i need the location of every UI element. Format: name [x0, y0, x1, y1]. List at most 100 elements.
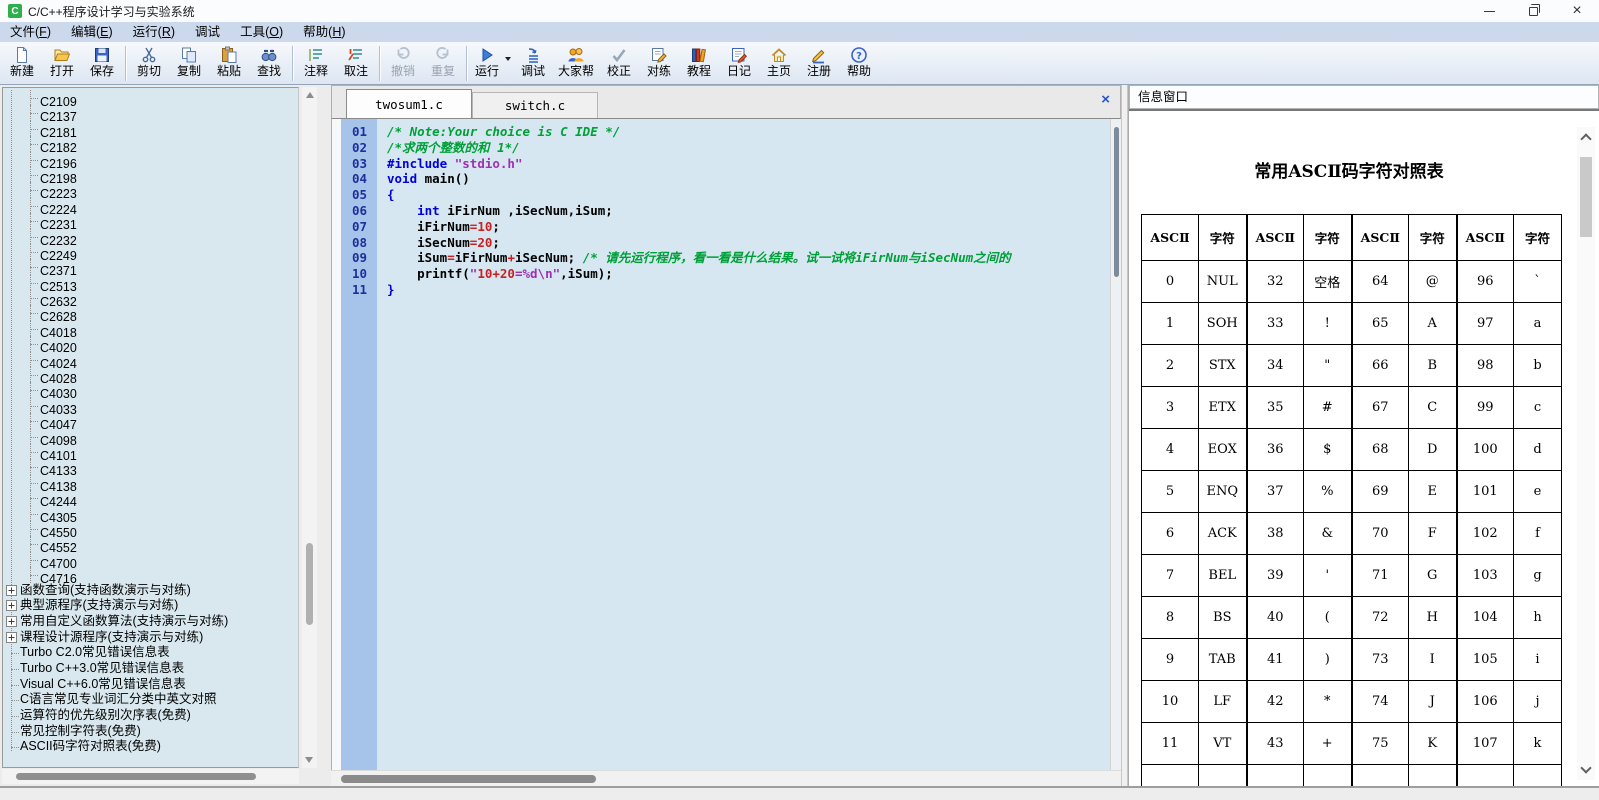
scroll-up-icon[interactable]	[1580, 133, 1591, 144]
scrollbar-thumb[interactable]	[306, 543, 313, 625]
menu-item-help[interactable]: 帮助(H)	[293, 22, 355, 42]
sidebar-item-c2513[interactable]: C2513	[3, 275, 298, 290]
menu-item-file[interactable]: 文件(F)	[0, 22, 61, 42]
code-text[interactable]: }	[377, 282, 395, 298]
menu-item-run[interactable]: 运行(R)	[123, 22, 185, 42]
toolbar-button-open[interactable]: 打开	[42, 43, 82, 84]
sidebar-vertical-scrollbar[interactable]	[302, 87, 317, 768]
sidebar-item-c2232[interactable]: C2232	[3, 229, 298, 244]
sidebar-branch-3[interactable]: 常用自定义函数算法(支持演示与对练)	[3, 614, 298, 630]
sidebar-item-c2371[interactable]: C2371	[3, 259, 298, 274]
toolbar-button-cut[interactable]: 剪切	[129, 43, 169, 84]
toolbar-button-help[interactable]: ?帮助	[839, 43, 879, 84]
sidebar-item-c4550[interactable]: C4550	[3, 521, 298, 536]
expand-plus-icon[interactable]	[6, 585, 17, 596]
code-text[interactable]: iSum=iFirNum+iSecNum; /* 请先运行程序，看一看是什么结果…	[377, 250, 1011, 266]
scrollbar-thumb[interactable]	[341, 775, 596, 783]
sidebar-item-c4033[interactable]: C4033	[3, 398, 298, 413]
expand-plus-icon[interactable]	[6, 616, 17, 627]
minimize-button[interactable]	[1467, 0, 1511, 22]
sidebar-item-c4020[interactable]: C4020	[3, 336, 298, 351]
toolbar-button-copy[interactable]: 复制	[169, 43, 209, 84]
toolbar-button-correct[interactable]: 校正	[599, 43, 639, 84]
toolbar-button-save[interactable]: 保存	[82, 43, 122, 84]
dropdown-arrow-icon[interactable]	[505, 57, 511, 61]
code-text[interactable]: printf("10+20=%d\n",iSum);	[377, 266, 613, 282]
toolbar-button-tutorial[interactable]: 教程	[679, 43, 719, 84]
sidebar-item-c2231[interactable]: C2231	[3, 213, 298, 228]
sidebar-item-c4552[interactable]: C4552	[3, 536, 298, 551]
sidebar-item-c2224[interactable]: C2224	[3, 198, 298, 213]
toolbar-button-find[interactable]: 查找	[249, 43, 289, 84]
toolbar-button-practice[interactable]: 对练	[639, 43, 679, 84]
toolbar-button-diary[interactable]: 日记	[719, 43, 759, 84]
sidebar-branch-1[interactable]: 函数查询(支持函数演示与对练)	[3, 583, 298, 599]
sidebar-item-c4024[interactable]: C4024	[3, 352, 298, 367]
tab-switch-c[interactable]: switch.c	[472, 92, 598, 118]
sidebar-branch-11[interactable]: ASCII码字符对照表(免费)	[3, 739, 298, 755]
tab-twosum1-c[interactable]: twosum1.c	[346, 89, 472, 118]
sidebar-item-c4047[interactable]: C4047	[3, 413, 298, 428]
toolbar-button-debug[interactable]: 调试	[513, 43, 553, 84]
toolbar-button-register[interactable]: 注册	[799, 43, 839, 84]
sidebar-item-c4133[interactable]: C4133	[3, 459, 298, 474]
info-panel-scrollbar[interactable]	[1577, 127, 1595, 780]
menu-item-debug[interactable]: 调试	[185, 22, 230, 42]
expand-plus-icon[interactable]	[6, 600, 17, 611]
toolbar-button-home[interactable]: 主页	[759, 43, 799, 84]
sidebar-branch-10[interactable]: 常见控制字符表(免费)	[3, 724, 298, 740]
menu-item-tools[interactable]: 工具(O)	[230, 22, 293, 42]
panel-splitter[interactable]	[1121, 85, 1128, 786]
sidebar-item-c4138[interactable]: C4138	[3, 475, 298, 490]
code-text[interactable]: /*求两个整数的和 1*/	[377, 140, 520, 156]
sidebar-item-c4101[interactable]: C4101	[3, 444, 298, 459]
tab-close-icon[interactable]: ×	[1101, 92, 1110, 108]
sidebar-horizontal-scrollbar[interactable]	[2, 769, 299, 784]
sidebar-item-c4030[interactable]: C4030	[3, 382, 298, 397]
code-area[interactable]: 01/* Note:Your choice is C IDE */02/*求两个…	[331, 119, 1121, 770]
toolbar-button-run[interactable]: 运行	[470, 43, 513, 84]
editor-vertical-scrollbar[interactable]	[1110, 119, 1121, 770]
sidebar-item-c2223[interactable]: C2223	[3, 182, 298, 197]
sidebar-item-c2632[interactable]: C2632	[3, 290, 298, 305]
close-button[interactable]: ×	[1555, 0, 1599, 22]
toolbar-button-new[interactable]: 新建	[2, 43, 42, 84]
scrollbar-thumb[interactable]	[1580, 157, 1592, 237]
sidebar-item-c2182[interactable]: C2182	[3, 136, 298, 151]
code-text[interactable]: /* Note:Your choice is C IDE */	[377, 124, 620, 140]
scroll-up-icon[interactable]	[306, 92, 314, 98]
toolbar-button-uncomment[interactable]: 取注	[336, 43, 376, 84]
code-text[interactable]: #include "stdio.h"	[377, 156, 522, 172]
scrollbar-thumb[interactable]	[16, 773, 256, 780]
scroll-down-icon[interactable]	[305, 757, 313, 763]
menu-item-edit[interactable]: 编辑(E)	[61, 22, 123, 42]
code-text[interactable]: iSecNum=20;	[377, 235, 500, 251]
sidebar-item-c2249[interactable]: C2249	[3, 244, 298, 259]
restore-button[interactable]	[1511, 0, 1555, 22]
sidebar-item-c2628[interactable]: C2628	[3, 305, 298, 320]
sidebar-item-c2109[interactable]: C2109	[3, 90, 298, 105]
sidebar-branch-8[interactable]: C语言常见专业词汇分类中英文对照	[3, 692, 298, 708]
editor-horizontal-scrollbar[interactable]	[331, 770, 1121, 786]
sidebar-item-c4244[interactable]: C4244	[3, 490, 298, 505]
scroll-down-icon[interactable]	[1580, 762, 1591, 773]
sidebar-branch-4[interactable]: 课程设计源程序(支持演示与对练)	[3, 630, 298, 646]
toolbar-button-everyone-help[interactable]: 大家帮	[553, 43, 599, 84]
expand-plus-icon[interactable]	[6, 632, 17, 643]
sidebar-branch-9[interactable]: 运算符的优先级别次序表(免费)	[3, 708, 298, 724]
sidebar-item-c4700[interactable]: C4700	[3, 552, 298, 567]
code-text[interactable]: int iFirNum ,iSecNum,iSum;	[377, 203, 613, 219]
scrollbar-thumb[interactable]	[1114, 127, 1119, 277]
code-text[interactable]: void main()	[377, 171, 470, 187]
toolbar-button-comment[interactable]: 注释	[296, 43, 336, 84]
sidebar-item-c2137[interactable]: C2137	[3, 105, 298, 120]
code-text[interactable]: {	[377, 187, 395, 203]
sidebar-item-c4716[interactable]: C4716	[3, 567, 298, 582]
sidebar-branch-7[interactable]: Visual C++6.0常见错误信息表	[3, 677, 298, 693]
sidebar-item-c4018[interactable]: C4018	[3, 321, 298, 336]
sidebar-item-c4305[interactable]: C4305	[3, 506, 298, 521]
sidebar-item-c2181[interactable]: C2181	[3, 121, 298, 136]
sidebar-branch-2[interactable]: 典型源程序(支持演示与对练)	[3, 598, 298, 614]
sidebar-item-c4098[interactable]: C4098	[3, 429, 298, 444]
sidebar-item-c4028[interactable]: C4028	[3, 367, 298, 382]
